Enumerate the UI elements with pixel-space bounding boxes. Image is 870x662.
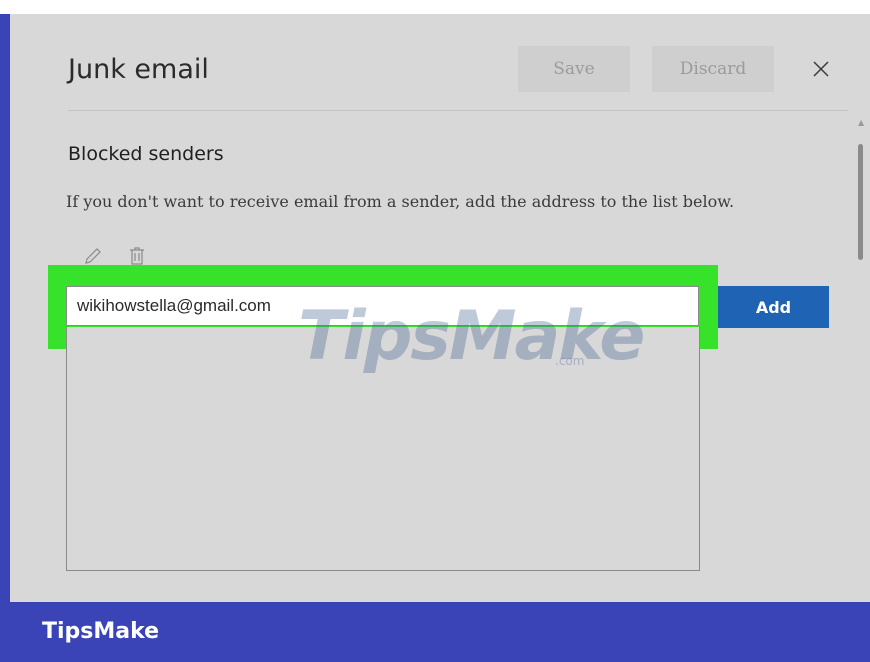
- scroll-up-arrow-icon[interactable]: ▲: [858, 118, 864, 127]
- pencil-icon: [85, 248, 101, 264]
- close-icon: [813, 61, 829, 77]
- section-description: If you don't want to receive email from …: [66, 192, 735, 211]
- dialog-title: Junk email: [68, 54, 209, 85]
- trash-icon: [130, 247, 144, 265]
- discard-button[interactable]: Discard: [652, 46, 774, 92]
- junk-email-dialog: Junk email Save Discard ▲ Blocked sender…: [10, 14, 870, 602]
- header-divider: [68, 110, 848, 111]
- section-title: Blocked senders: [68, 143, 224, 165]
- blocked-sender-input[interactable]: [66, 286, 699, 326]
- blocked-senders-list: [66, 327, 700, 571]
- scrollbar-thumb[interactable]: [858, 144, 863, 260]
- footer-brand: TipsMake: [42, 619, 160, 644]
- window-top-edge: [0, 0, 870, 14]
- window-left-edge: [0, 14, 10, 606]
- add-button[interactable]: Add: [718, 286, 829, 328]
- watermark-suffix: .com: [555, 354, 585, 368]
- close-button[interactable]: [802, 50, 840, 88]
- save-button[interactable]: Save: [518, 46, 630, 92]
